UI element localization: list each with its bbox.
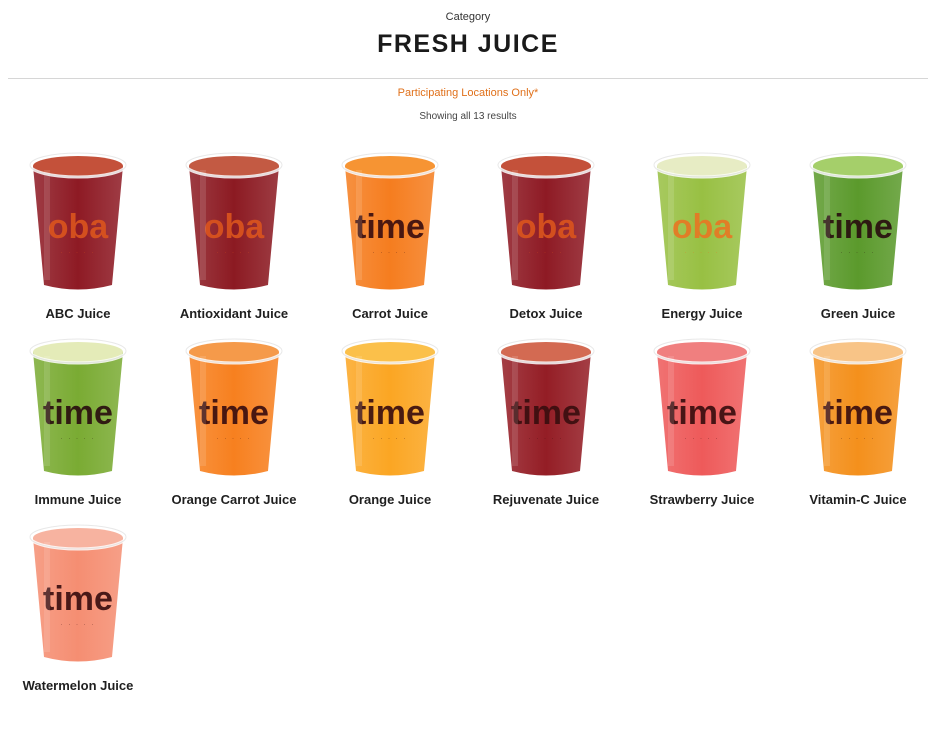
svg-text:time: time bbox=[43, 580, 113, 618]
juice-cup-image[interactable]: time · · · · · bbox=[184, 336, 284, 481]
juice-cup-image[interactable]: time · · · · · bbox=[496, 336, 596, 481]
juice-cup-image[interactable]: oba · · · · · bbox=[652, 150, 752, 295]
product-card[interactable]: time · · · · · Strawberry Juice bbox=[624, 336, 780, 507]
product-name-link[interactable]: Detox Juice bbox=[468, 306, 624, 321]
product-image[interactable]: time · · · · · bbox=[0, 522, 156, 670]
juice-cup-image[interactable]: time · · · · · bbox=[28, 336, 128, 481]
product-name-link[interactable]: Green Juice bbox=[780, 306, 936, 321]
svg-text:· · · · ·: · · · · · bbox=[841, 436, 876, 442]
juice-cup-image[interactable]: oba · · · · · bbox=[184, 150, 284, 295]
product-name-link[interactable]: Rejuvenate Juice bbox=[468, 492, 624, 507]
juice-cup-image[interactable]: time · · · · · bbox=[340, 150, 440, 295]
product-name-link[interactable]: Carrot Juice bbox=[312, 306, 468, 321]
svg-text:· · · · ·: · · · · · bbox=[841, 250, 876, 256]
svg-text:oba: oba bbox=[204, 208, 266, 246]
product-card[interactable]: oba · · · · · Detox Juice bbox=[468, 150, 624, 321]
header-divider bbox=[8, 78, 928, 79]
svg-text:· · · · ·: · · · · · bbox=[217, 250, 252, 256]
svg-text:· · · · ·: · · · · · bbox=[685, 250, 720, 256]
svg-text:time: time bbox=[823, 394, 893, 432]
svg-text:time: time bbox=[355, 208, 425, 246]
page-title: FRESH JUICE bbox=[377, 30, 559, 58]
product-card[interactable]: time · · · · · Rejuvenate Juice bbox=[468, 336, 624, 507]
product-image[interactable]: time · · · · · bbox=[0, 336, 156, 484]
svg-text:oba: oba bbox=[48, 208, 110, 246]
svg-text:time: time bbox=[43, 394, 113, 432]
svg-text:· · · · ·: · · · · · bbox=[529, 250, 564, 256]
product-image[interactable]: time · · · · · bbox=[468, 336, 624, 484]
juice-cup-image[interactable]: time · · · · · bbox=[340, 336, 440, 481]
product-name-link[interactable]: Orange Juice bbox=[312, 492, 468, 507]
product-image[interactable]: oba · · · · · bbox=[0, 150, 156, 298]
product-image[interactable]: time · · · · · bbox=[624, 336, 780, 484]
product-name-link[interactable]: Watermelon Juice bbox=[0, 678, 156, 693]
svg-text:time: time bbox=[511, 394, 581, 432]
product-card[interactable]: time · · · · · Orange Juice bbox=[312, 336, 468, 507]
juice-cup-image[interactable]: time · · · · · bbox=[652, 336, 752, 481]
product-name-link[interactable]: Energy Juice bbox=[624, 306, 780, 321]
product-image[interactable]: oba · · · · · bbox=[468, 150, 624, 298]
product-image[interactable]: time · · · · · bbox=[312, 150, 468, 298]
svg-text:time: time bbox=[667, 394, 737, 432]
juice-cup-image[interactable]: time · · · · · bbox=[28, 522, 128, 667]
product-card[interactable]: time · · · · · Watermelon Juice bbox=[0, 522, 156, 693]
product-card[interactable]: time · · · · · Orange Carrot Juice bbox=[156, 336, 312, 507]
svg-text:· · · · ·: · · · · · bbox=[685, 436, 720, 442]
svg-text:time: time bbox=[199, 394, 269, 432]
category-label: Category bbox=[445, 11, 491, 23]
juice-cup-image[interactable]: oba · · · · · bbox=[496, 150, 596, 295]
product-name-link[interactable]: Orange Carrot Juice bbox=[156, 492, 312, 507]
svg-text:· · · · ·: · · · · · bbox=[217, 436, 252, 442]
product-image[interactable]: time · · · · · bbox=[156, 336, 312, 484]
product-name-link[interactable]: Strawberry Juice bbox=[624, 492, 780, 507]
juice-cup-image[interactable]: time · · · · · bbox=[808, 336, 908, 481]
svg-text:· · · · ·: · · · · · bbox=[61, 436, 96, 442]
product-name-link[interactable]: ABC Juice bbox=[0, 306, 156, 321]
juice-cup-image[interactable]: oba · · · · · bbox=[28, 150, 128, 295]
result-count: Showing all 13 results bbox=[419, 111, 517, 122]
juice-cup-image[interactable]: time · · · · · bbox=[808, 150, 908, 295]
product-card[interactable]: time · · · · · Vitamin-C Juice bbox=[780, 336, 936, 507]
product-card[interactable]: oba · · · · · ABC Juice bbox=[0, 150, 156, 321]
svg-text:time: time bbox=[355, 394, 425, 432]
product-card[interactable]: oba · · · · · Energy Juice bbox=[624, 150, 780, 321]
svg-text:· · · · ·: · · · · · bbox=[61, 250, 96, 256]
product-image[interactable]: time · · · · · bbox=[312, 336, 468, 484]
product-name-link[interactable]: Immune Juice bbox=[0, 492, 156, 507]
product-image[interactable]: time · · · · · bbox=[780, 150, 936, 298]
product-image[interactable]: oba · · · · · bbox=[624, 150, 780, 298]
svg-text:oba: oba bbox=[516, 208, 578, 246]
product-card[interactable]: oba · · · · · Antioxidant Juice bbox=[156, 150, 312, 321]
product-name-link[interactable]: Antioxidant Juice bbox=[156, 306, 312, 321]
svg-text:· · · · ·: · · · · · bbox=[373, 436, 408, 442]
participating-locations-notice: Participating Locations Only* bbox=[397, 87, 539, 99]
svg-text:· · · · ·: · · · · · bbox=[373, 250, 408, 256]
svg-text:· · · · ·: · · · · · bbox=[529, 436, 564, 442]
product-image[interactable]: oba · · · · · bbox=[156, 150, 312, 298]
product-image[interactable]: time · · · · · bbox=[780, 336, 936, 484]
product-card[interactable]: time · · · · · Green Juice bbox=[780, 150, 936, 321]
product-name-link[interactable]: Vitamin-C Juice bbox=[780, 492, 936, 507]
product-card[interactable]: time · · · · · Immune Juice bbox=[0, 336, 156, 507]
svg-text:oba: oba bbox=[672, 208, 734, 246]
svg-text:time: time bbox=[823, 208, 893, 246]
product-card[interactable]: time · · · · · Carrot Juice bbox=[312, 150, 468, 321]
svg-text:· · · · ·: · · · · · bbox=[61, 622, 96, 628]
